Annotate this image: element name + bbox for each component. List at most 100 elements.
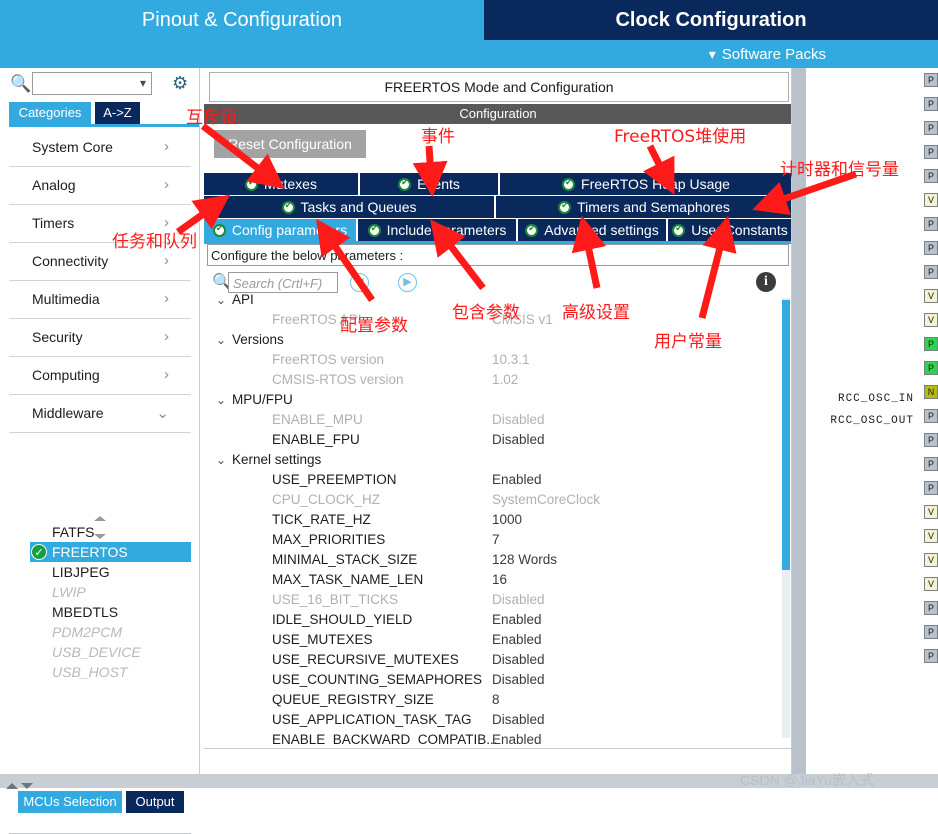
chip-pin[interactable]: P xyxy=(924,625,938,639)
list-item-mbedtls[interactable]: MBEDTLS xyxy=(30,602,191,622)
chip-pin[interactable]: P xyxy=(924,73,938,87)
chip-pin[interactable]: P xyxy=(924,601,938,615)
check-circle-icon xyxy=(558,200,572,214)
tab-tasks-and-queues[interactable]: Tasks and Queues xyxy=(204,196,494,218)
reset-configuration-button[interactable]: Reset Configuration xyxy=(214,130,366,158)
param-name: FreeRTOS version xyxy=(272,352,385,367)
table-row[interactable]: CPU_CLOCK_HZ SystemCoreClock xyxy=(204,490,792,510)
tab-mcus-selection[interactable]: MCUs Selection xyxy=(18,791,122,813)
check-circle-icon xyxy=(525,223,539,237)
software-packs-menu[interactable]: ▾ Software Packs xyxy=(709,42,826,66)
tab-config-parameters[interactable]: Config parameters xyxy=(204,219,356,241)
sidebar-search-input[interactable]: ▾ xyxy=(32,72,152,95)
sidebar-item-system-core[interactable]: System Core › xyxy=(9,129,191,167)
config-tab-row-3: Config parameters Include parameters Adv… xyxy=(204,219,792,241)
chip-pin[interactable]: P xyxy=(924,361,938,375)
middleware-scroll-handle[interactable] xyxy=(9,508,191,539)
table-row[interactable]: USE_COUNTING_SEMAPHORES Disabled xyxy=(204,670,792,690)
list-item-usb-host[interactable]: USB_HOST xyxy=(30,662,191,682)
chip-pin[interactable]: V xyxy=(924,529,938,543)
table-row[interactable]: MINIMAL_STACK_SIZE 128 Words xyxy=(204,550,792,570)
chip-pin[interactable]: N xyxy=(924,385,938,399)
list-item-usb-device[interactable]: USB_DEVICE xyxy=(30,642,191,662)
sidebar-item-computing[interactable]: Computing › xyxy=(9,357,191,395)
parameter-tree[interactable]: ⌄ API FreeRTOS API CMSIS v1 ⌄ Versions F… xyxy=(204,290,792,745)
list-item-pdm2pcm[interactable]: PDM2PCM xyxy=(30,622,191,642)
chip-pin[interactable]: P xyxy=(924,169,938,183)
chip-pin[interactable]: P xyxy=(924,241,938,255)
tab-a-to-z[interactable]: A->Z xyxy=(95,102,140,124)
pin-label-rcc-osc-in[interactable]: RCC_OSC_IN xyxy=(838,393,914,405)
chip-pin[interactable]: P xyxy=(924,649,938,663)
chip-pin[interactable]: P xyxy=(924,457,938,471)
scroll-up-icon[interactable] xyxy=(6,783,18,789)
table-row[interactable]: CMSIS-RTOS version 1.02 xyxy=(204,370,792,390)
chip-pin[interactable]: P xyxy=(924,121,938,135)
sidebar-search-row: 🔍 ▾ ⚙ xyxy=(0,68,200,100)
chip-pin[interactable]: V xyxy=(924,193,938,207)
param-value: 128 Words xyxy=(492,552,558,567)
middleware-label: FREERTOS xyxy=(52,544,128,560)
tab-clock-configuration[interactable]: Clock Configuration xyxy=(484,0,938,40)
chip-pin[interactable]: P xyxy=(924,97,938,111)
chip-pin[interactable]: P xyxy=(924,433,938,447)
table-row[interactable]: USE_PREEMPTION Enabled xyxy=(204,470,792,490)
tab-events[interactable]: Events xyxy=(360,173,498,195)
list-item-lwip[interactable]: LWIP xyxy=(30,582,191,602)
table-row[interactable]: FreeRTOS version 10.3.1 xyxy=(204,350,792,370)
info-icon[interactable]: i xyxy=(756,272,776,292)
table-row[interactable]: USE_APPLICATION_TASK_TAG Disabled xyxy=(204,710,792,730)
table-row[interactable]: IDLE_SHOULD_YIELD Enabled xyxy=(204,610,792,630)
table-row[interactable]: USE_16_BIT_TICKS Disabled xyxy=(204,590,792,610)
tree-scrollbar-thumb[interactable] xyxy=(782,300,790,570)
param-name: USE_COUNTING_SEMAPHORES xyxy=(272,672,483,687)
sidebar-item-middleware[interactable]: Middleware ⌄ xyxy=(9,395,191,433)
tab-mutexes[interactable]: Mutexes xyxy=(204,173,358,195)
tab-pinout-configuration[interactable]: Pinout & Configuration xyxy=(0,0,484,40)
chip-pin[interactable]: P xyxy=(924,481,938,495)
sidebar-item-multimedia[interactable]: Multimedia › xyxy=(9,281,191,319)
chip-pin[interactable]: V xyxy=(924,289,938,303)
param-name: IDLE_SHOULD_YIELD xyxy=(272,612,413,627)
list-item-freertos[interactable]: ✓ FREERTOS xyxy=(30,542,191,562)
tab-user-constants[interactable]: User Constants xyxy=(668,219,792,241)
table-row[interactable]: ENABLE_FPU Disabled xyxy=(204,430,792,450)
tab-output[interactable]: Output xyxy=(126,791,184,813)
table-row[interactable]: QUEUE_REGISTRY_SIZE 8 xyxy=(204,690,792,710)
tree-group-row[interactable]: ⌄ MPU/FPU xyxy=(204,390,792,410)
chip-pin[interactable]: V xyxy=(924,553,938,567)
list-item-libjpeg[interactable]: LIBJPEG xyxy=(30,562,191,582)
pin-label-rcc-osc-out[interactable]: RCC_OSC_OUT xyxy=(830,415,914,427)
table-row[interactable]: USE_RECURSIVE_MUTEXES Disabled xyxy=(204,650,792,670)
chip-pin[interactable]: V xyxy=(924,505,938,519)
chip-pin[interactable]: V xyxy=(924,577,938,591)
tab-freertos-heap-usage[interactable]: FreeRTOS Heap Usage xyxy=(500,173,792,195)
tab-timers-and-semaphores[interactable]: Timers and Semaphores xyxy=(496,196,792,218)
chip-pin[interactable]: P xyxy=(924,217,938,231)
annotation-tasks: 任务和队列 xyxy=(112,232,197,252)
gear-icon[interactable]: ⚙ xyxy=(172,74,190,92)
table-row[interactable]: ENABLE_BACKWARD_COMPATIB... Enabled xyxy=(204,730,792,745)
sidebar-item-security[interactable]: Security › xyxy=(9,319,191,357)
param-value: Enabled xyxy=(492,732,542,745)
chip-pin[interactable]: P xyxy=(924,265,938,279)
tree-group-row[interactable]: ⌄ Kernel settings xyxy=(204,450,792,470)
chip-pin[interactable]: P xyxy=(924,337,938,351)
component-sidebar: 🔍 ▾ ⚙ Categories A->Z System Core › Anal… xyxy=(0,68,200,834)
chip-pin[interactable]: P xyxy=(924,145,938,159)
tab-categories[interactable]: Categories xyxy=(9,102,91,124)
scroll-down-icon[interactable] xyxy=(21,783,33,789)
sidebar-item-analog[interactable]: Analog › xyxy=(9,167,191,205)
tab-advanced-settings[interactable]: Advanced settings xyxy=(518,219,666,241)
table-row[interactable]: MAX_PRIORITIES 7 xyxy=(204,530,792,550)
table-row[interactable]: MAX_TASK_NAME_LEN 16 xyxy=(204,570,792,590)
chip-pin[interactable]: V xyxy=(924,313,938,327)
table-row[interactable]: TICK_RATE_HZ 1000 xyxy=(204,510,792,530)
tab-label: Mutexes xyxy=(264,176,317,192)
param-value: Enabled xyxy=(492,612,542,627)
table-row[interactable]: USE_MUTEXES Enabled xyxy=(204,630,792,650)
tab-include-parameters[interactable]: Include parameters xyxy=(358,219,516,241)
chip-pin[interactable]: P xyxy=(924,409,938,423)
table-row[interactable]: ENABLE_MPU Disabled xyxy=(204,410,792,430)
list-item-fatfs[interactable]: FATFS xyxy=(30,522,191,542)
